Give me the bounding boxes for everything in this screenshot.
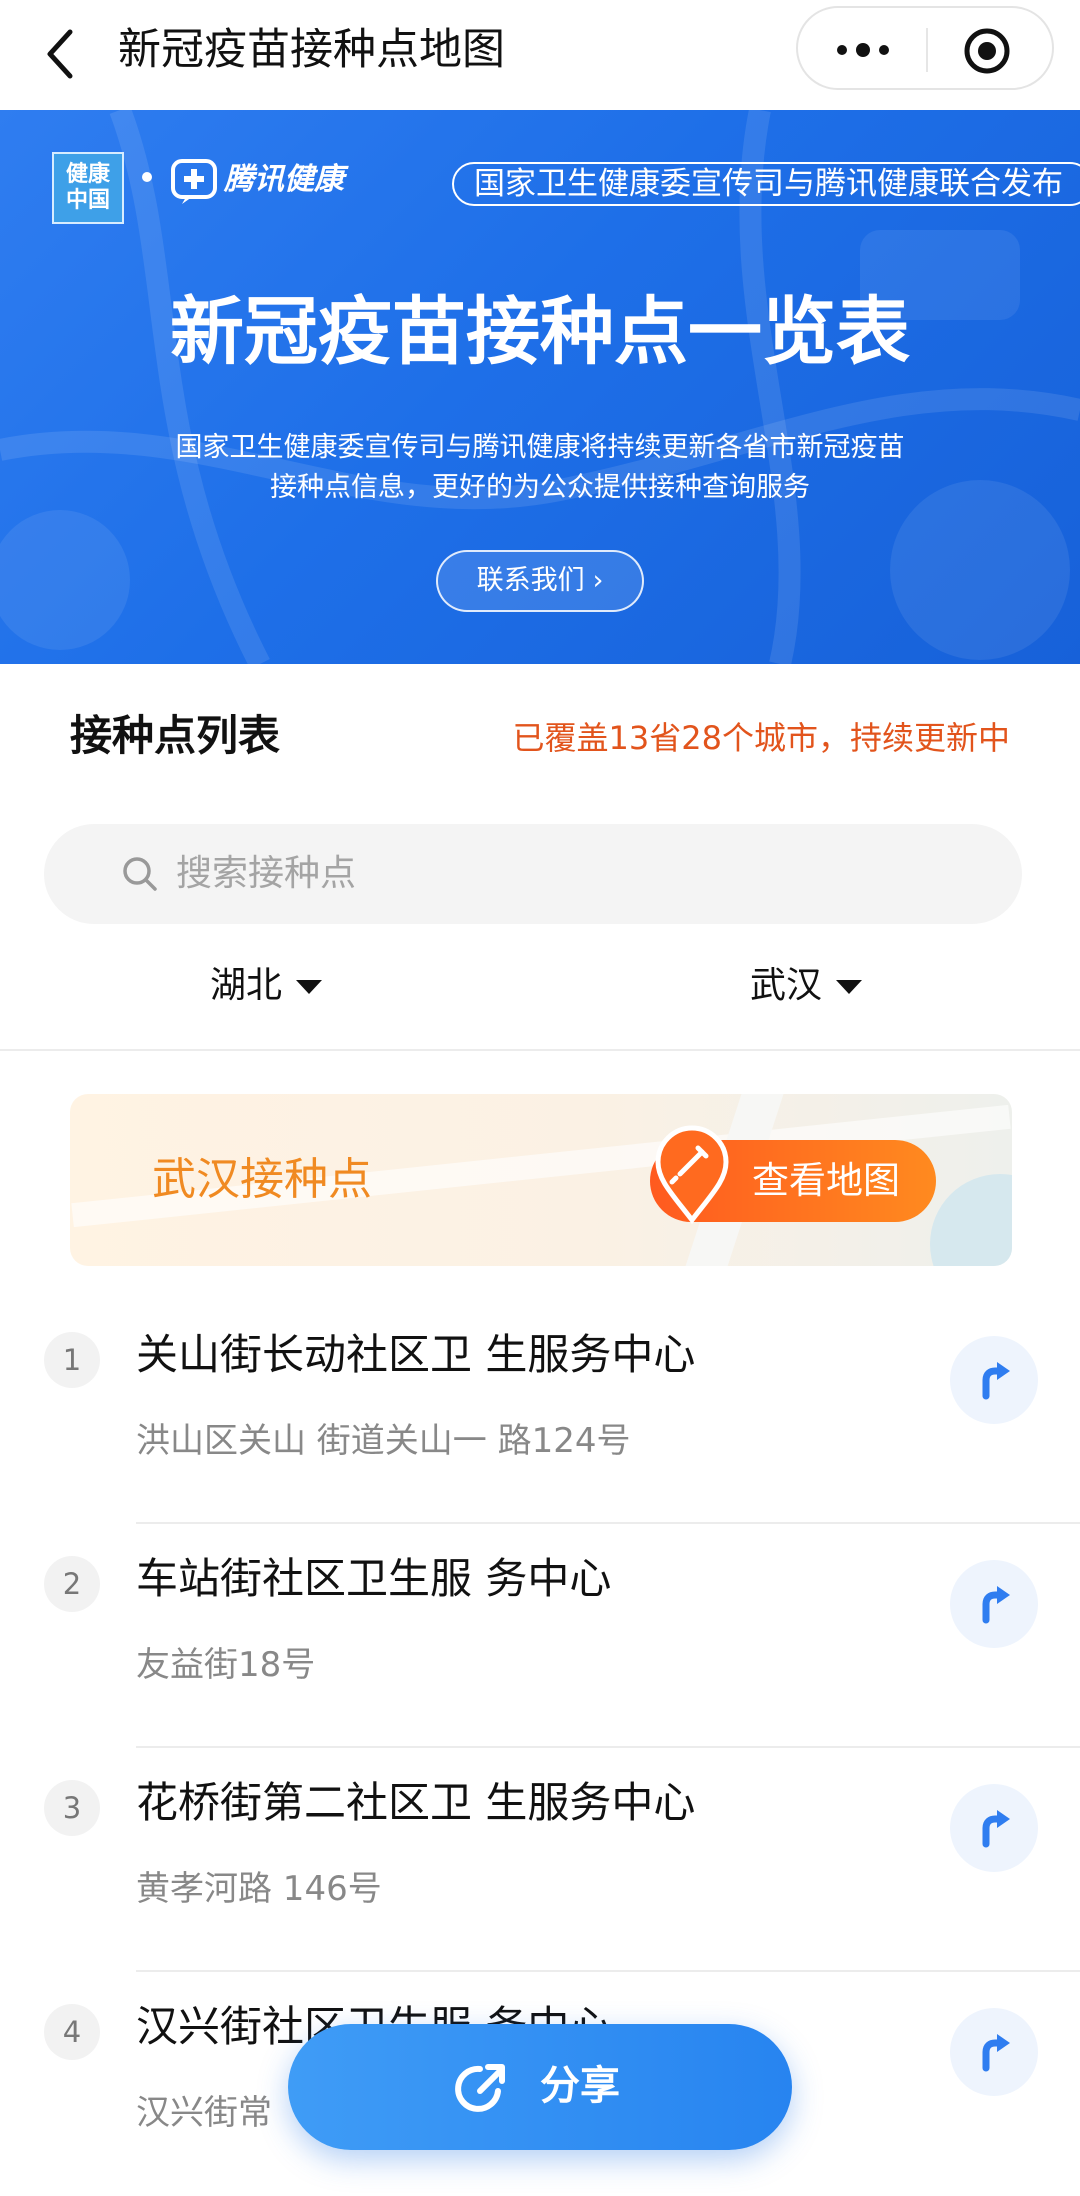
filter-divider	[0, 1049, 1080, 1051]
city-card-title: 武汉接种点	[152, 1154, 372, 1205]
tencent-health-logo-icon	[171, 159, 217, 204]
navigate-button[interactable]	[950, 1784, 1038, 1872]
site-name: 车站街社区卫生服 务中心	[136, 1554, 612, 1603]
more-dots-icon[interactable]	[828, 30, 898, 70]
tencent-health-logo-text: 腾讯健康	[224, 162, 344, 197]
healthy-china-logo: 健康 中国	[52, 152, 124, 224]
map-pin-icon	[655, 1125, 729, 1224]
search-input[interactable]: 搜索接种点	[44, 824, 1022, 924]
chevron-right-icon: ›	[592, 565, 604, 596]
navigate-arrow-icon	[982, 1362, 1010, 1400]
city-map-card[interactable]: 武汉接种点 查看地图	[70, 1094, 1012, 1266]
site-address: 洪山区关山 街道关山一 路124号	[136, 1421, 631, 1461]
banner-headline: 新冠疫苗接种点一览表	[170, 289, 910, 375]
list-item[interactable]: 3 花桥街第二社区卫 生服务中心 黄孝河路 146号	[0, 1748, 1080, 1972]
city-dropdown[interactable]: 武汉	[750, 960, 863, 1012]
navigate-arrow-icon	[982, 1586, 1010, 1624]
contact-us-button[interactable]: 联系我们 ›	[436, 550, 644, 612]
mini-program-close-icon[interactable]	[962, 26, 1012, 76]
banner-subtitle-line2: 接种点信息，更好的为公众提供接种查询服务	[270, 472, 810, 503]
navigate-button[interactable]	[950, 2008, 1038, 2096]
province-value: 湖北	[210, 965, 283, 1006]
list-title: 接种点列表	[70, 711, 281, 760]
mini-program-capsule	[796, 6, 1054, 90]
dropdown-triangle-icon	[296, 980, 323, 994]
publisher-badge: 国家卫生健康委宣传司与腾讯健康联合发布	[452, 162, 1080, 206]
item-index: 1	[44, 1332, 100, 1388]
share-button[interactable]: 分享	[288, 2024, 792, 2150]
back-arrow-icon[interactable]	[40, 24, 84, 84]
logo-separator-dot	[142, 172, 152, 182]
banner-subtitle: 国家卫生健康委宣传司与腾讯健康将持续更新各省市新冠疫苗 接种点信息，更好的为公众…	[0, 428, 1080, 508]
dropdown-triangle-icon	[836, 980, 863, 994]
province-dropdown[interactable]: 湖北	[210, 960, 323, 1012]
share-label: 分享	[540, 2063, 620, 2109]
contact-us-label: 联系我们	[476, 565, 585, 596]
page-title: 新冠疫苗接种点地图	[118, 25, 505, 75]
share-icon	[455, 2064, 505, 2112]
coverage-note: 已覆盖13省28个城市，持续更新中	[512, 719, 1010, 757]
site-address: 汉兴街常	[136, 2093, 272, 2133]
view-map-label: 查看地图	[752, 1159, 900, 1202]
site-address: 友益街18号	[136, 1645, 316, 1685]
item-index: 2	[44, 1556, 100, 1612]
navigate-button[interactable]	[950, 1560, 1038, 1648]
city-value: 武汉	[750, 965, 823, 1006]
list-item[interactable]: 1 关山街长动社区卫 生服务中心 洪山区关山 街道关山一 路124号	[0, 1300, 1080, 1524]
list-item[interactable]: 2 车站街社区卫生服 务中心 友益街18号	[0, 1524, 1080, 1748]
navigate-arrow-icon	[982, 1810, 1010, 1848]
capsule-divider	[926, 28, 928, 72]
site-name: 关山街长动社区卫 生服务中心	[136, 1330, 696, 1379]
item-index: 4	[44, 2004, 100, 2060]
site-name: 花桥街第二社区卫 生服务中心	[136, 1778, 696, 1827]
map-decoration	[930, 1174, 1012, 1266]
item-index: 3	[44, 1780, 100, 1836]
hero-banner: 健康 中国 腾讯健康 国家卫生健康委宣传司与腾讯健康联合发布 新冠疫苗接种点一览表…	[0, 110, 1080, 664]
site-address: 黄孝河路 146号	[136, 1869, 382, 1909]
top-navigation-bar: 新冠疫苗接种点地图	[0, 0, 1080, 110]
navigate-arrow-icon	[982, 2034, 1010, 2072]
navigate-button[interactable]	[950, 1336, 1038, 1424]
search-icon	[123, 857, 157, 891]
search-placeholder: 搜索接种点	[176, 853, 357, 894]
banner-subtitle-line1: 国家卫生健康委宣传司与腾讯健康将持续更新各省市新冠疫苗	[175, 432, 905, 463]
